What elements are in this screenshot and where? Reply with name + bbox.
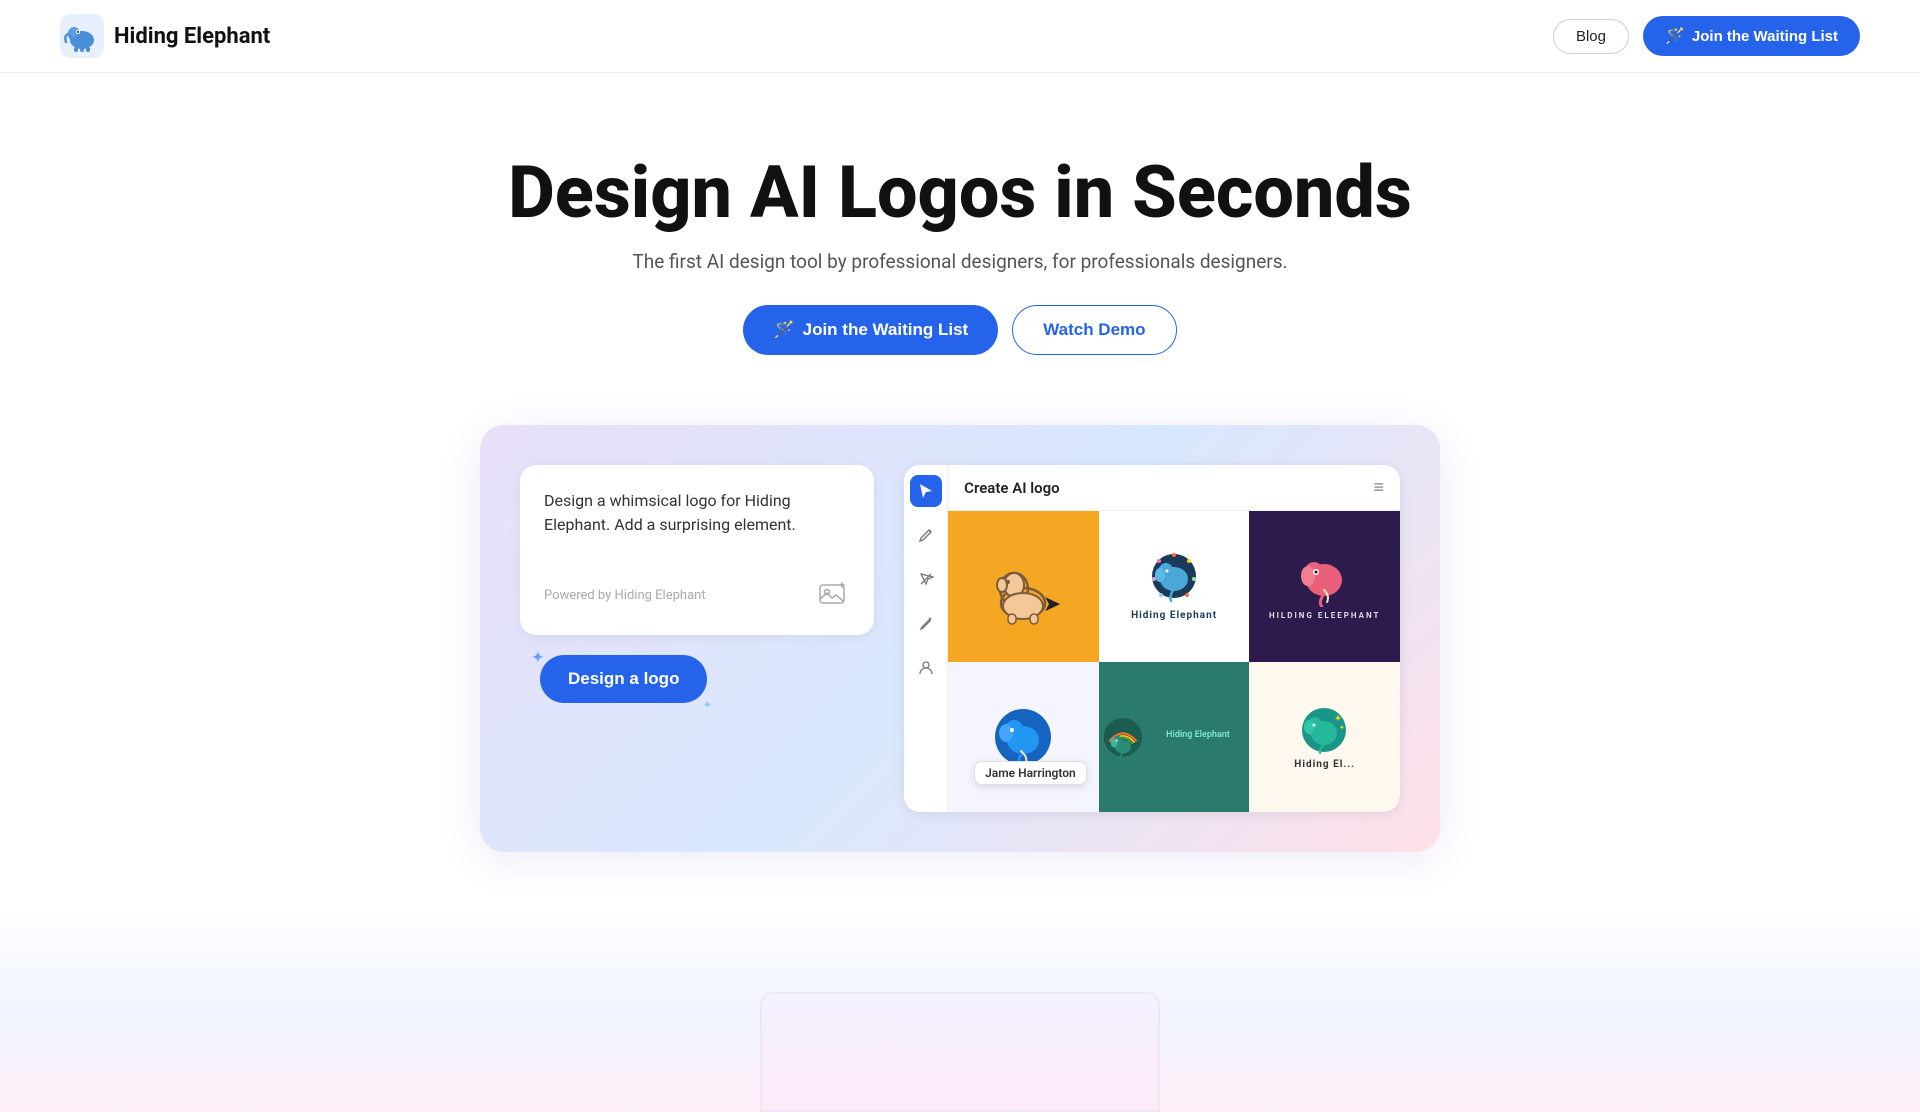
logo-elephant-outline <box>978 541 1068 631</box>
hero-waiting-list-label: Join the Waiting List <box>803 320 969 340</box>
vector-tool[interactable] <box>910 563 942 595</box>
logo-icon <box>60 14 104 58</box>
logo-cell-6[interactable]: Hiding El... <box>1249 662 1400 813</box>
toolbar-sidebar <box>904 465 948 812</box>
tooltip-badge: Jame Harrington <box>974 761 1087 785</box>
menu-icon[interactable]: ≡ <box>1373 477 1384 498</box>
powered-by-text: Powered by Hiding Elephant <box>544 588 706 603</box>
logo-teal-elephant <box>1099 705 1147 770</box>
hero-watch-demo-button[interactable]: Watch Demo <box>1012 305 1176 355</box>
logo-text: Hiding Elephant <box>114 24 270 49</box>
prompt-footer: Powered by Hiding Elephant <box>544 579 850 611</box>
logo-cell-1[interactable]: ➤ <box>948 511 1099 662</box>
navbar: Hiding Elephant Blog 🪄 Join the Waiting … <box>0 0 1920 73</box>
logo-cell-3[interactable]: HILDING ELEEPHANT <box>1249 511 1400 662</box>
deco-rect <box>760 992 1160 1112</box>
logo-cell-5[interactable]: Hiding Elephant <box>1099 662 1250 813</box>
cursor-tool[interactable] <box>910 475 942 507</box>
prompt-box: Design a whimsical logo for Hiding Eleph… <box>520 465 874 635</box>
design-logo-button[interactable]: Design a logo <box>540 655 707 703</box>
hero-title: Design AI Logos in Seconds <box>40 153 1880 232</box>
hero-waiting-list-button[interactable]: 🪄 Join the Waiting List <box>743 305 998 355</box>
tooltip-name: Jame Harrington <box>985 766 1076 780</box>
logo-area[interactable]: Hiding Elephant <box>60 14 270 58</box>
nav-waiting-list-label: Join the Waiting List <box>1692 28 1838 45</box>
logo-cell-2[interactable]: Hiding Elephant <box>1099 511 1250 662</box>
hero-section: Design AI Logos in Seconds The first AI … <box>0 73 1920 395</box>
logo-pink-elephant <box>1292 552 1357 607</box>
bottom-decoration <box>0 912 1920 1112</box>
demo-wrapper: Design a whimsical logo for Hiding Eleph… <box>0 395 1920 912</box>
pencil-tool[interactable] <box>910 607 942 639</box>
nav-waiting-list-button[interactable]: 🪄 Join the Waiting List <box>1643 16 1860 56</box>
left-panel: Design a whimsical logo for Hiding Eleph… <box>520 465 874 703</box>
wand-icon-hero: 🪄 <box>773 320 794 340</box>
nav-right: Blog 🪄 Join the Waiting List <box>1553 16 1860 56</box>
right-panel: Create AI logo ≡ <box>904 465 1400 812</box>
demo-card: Design a whimsical logo for Hiding Eleph… <box>480 425 1440 852</box>
canvas-header: Create AI logo ≡ <box>948 465 1400 511</box>
image-sparkle-icon <box>818 579 850 611</box>
logo-colorful-elephant <box>1139 551 1209 606</box>
canvas-area: Create AI logo ≡ <box>948 465 1400 812</box>
blog-button[interactable]: Blog <box>1553 19 1629 54</box>
logo-blue-circle <box>986 705 1061 770</box>
logo-teal-elephant-2 <box>1292 705 1357 755</box>
prompt-text: Design a whimsical logo for Hiding Eleph… <box>544 489 850 537</box>
hero-subtitle: The first AI design tool by professional… <box>40 250 1880 273</box>
logo-cell-4[interactable]: Jame Harrington <box>948 662 1099 813</box>
wand-icon-nav: 🪄 <box>1665 26 1685 46</box>
hero-buttons: 🪄 Join the Waiting List Watch Demo <box>40 305 1880 355</box>
logo-grid: ➤ <box>948 511 1400 812</box>
user-tool[interactable] <box>910 651 942 683</box>
canvas-title: Create AI logo <box>964 479 1060 497</box>
pen-tool[interactable] <box>910 519 942 551</box>
